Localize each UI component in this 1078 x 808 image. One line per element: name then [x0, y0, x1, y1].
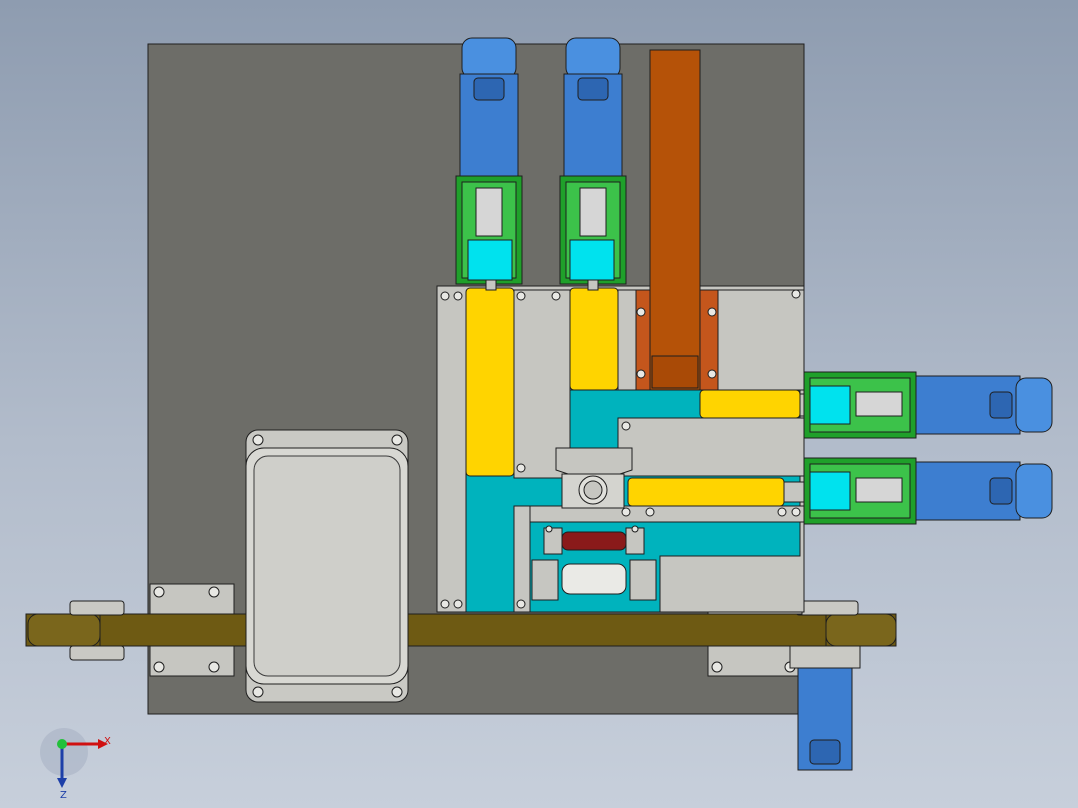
z-axis-label: Z — [60, 790, 67, 801]
motor-top-left[interactable] — [455, 37, 523, 291]
center-clamp[interactable] — [555, 447, 633, 509]
motor-side-lower[interactable] — [783, 457, 1053, 525]
cad-viewport[interactable]: X Z — [0, 0, 1078, 808]
assembly-view[interactable]: X Z — [0, 0, 1078, 808]
motor-bottom[interactable] — [789, 645, 861, 771]
x-axis-label: X — [104, 736, 111, 747]
motor-top-right[interactable] — [559, 37, 627, 291]
cover-box[interactable] — [245, 429, 409, 703]
belt-conveyor[interactable] — [25, 613, 897, 647]
axis-triad: X Z — [40, 728, 111, 801]
motor-side-upper[interactable] — [799, 371, 1053, 439]
